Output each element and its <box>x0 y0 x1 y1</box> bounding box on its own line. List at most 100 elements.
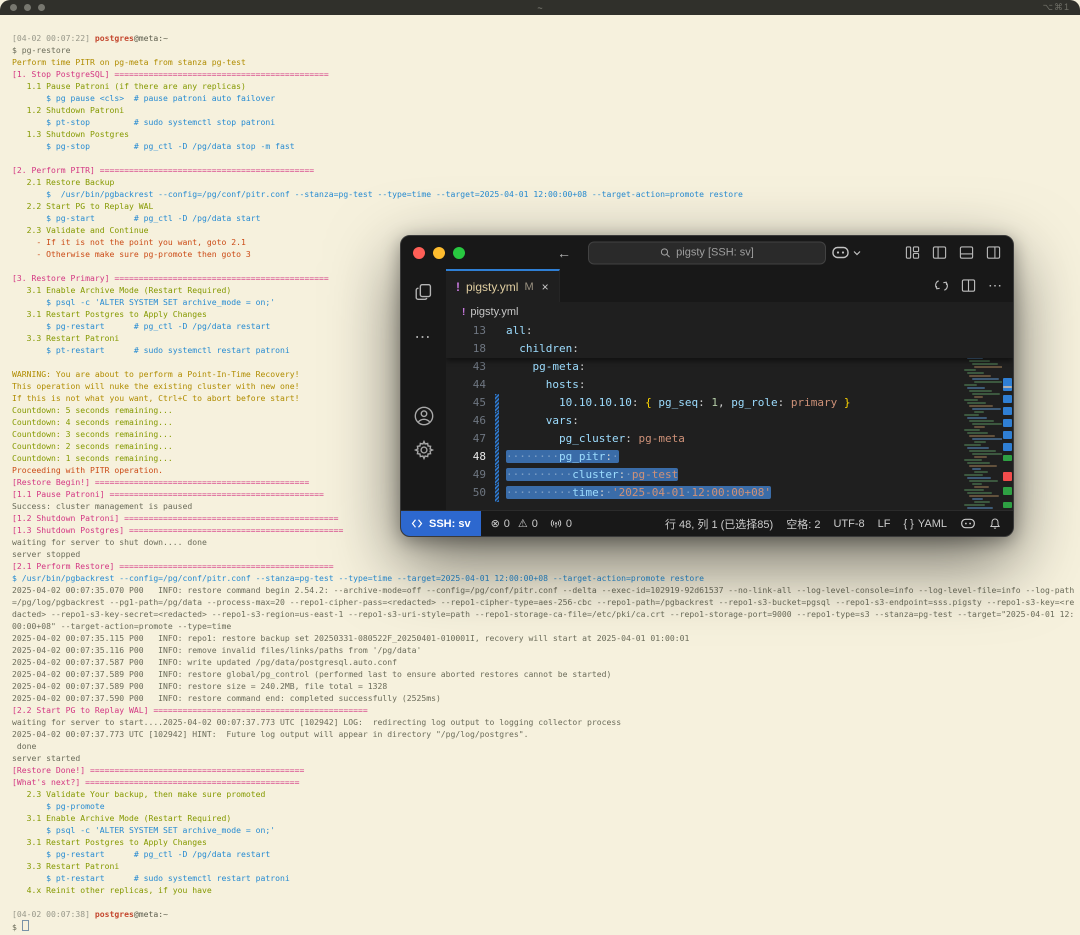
terminal-line: 2025-04-02 00:07:35.070 P00 INFO: restor… <box>12 585 1075 595</box>
remote-indicator[interactable]: SSH: sv <box>401 511 481 536</box>
terminal-line: waiting for server to start....2025-04-0… <box>12 717 622 727</box>
more-actions-icon[interactable]: ⋯ <box>988 277 1003 294</box>
eol-setting[interactable]: LF <box>878 518 891 530</box>
vscode-window: ← → pigsty [SSH: sv] <box>400 235 1014 537</box>
tab-pigsty-yml[interactable]: ! pigsty.yml M × <box>446 269 560 302</box>
terminal-line: [2. Perform PITR] ======================… <box>12 165 315 175</box>
terminal-line: 4.x Reinit other replicas, if you have <box>12 885 212 895</box>
nav-back-button[interactable]: ← <box>557 246 571 260</box>
error-icon: ⊗ <box>490 518 500 530</box>
terminal-line: 2.3 Validate Your backup, then make sure… <box>12 789 266 799</box>
toggle-secondary-sidebar-icon[interactable] <box>986 245 1001 260</box>
git-modified-gutter <box>495 394 499 412</box>
tab-label: pigsty.yml <box>466 279 519 294</box>
terminal-line: [04-02 00:07:38] postgres@meta:~ <box>12 909 168 919</box>
activity-bar: ⋯ <box>401 269 446 510</box>
terminal-line: 2.2 Start PG to Replay WAL <box>12 201 154 211</box>
terminal-line: [04-02 00:07:22] postgres@meta:~ <box>12 33 168 43</box>
terminal-line: 1.3 Shutdown Postgres <box>12 129 129 139</box>
code-line[interactable]: 45 10.10.10.10: { pg_seq: 1, pg_role: pr… <box>446 394 1013 412</box>
settings-gear-icon[interactable] <box>413 439 435 461</box>
copilot-icon <box>831 245 850 260</box>
command-center-search[interactable]: pigsty [SSH: sv] <box>588 241 826 264</box>
warning-icon: ⚠ <box>517 518 528 530</box>
terminal-line: $ /usr/bin/pgbackrest --config=/pg/conf/… <box>12 189 743 199</box>
terminal-line: server stopped <box>12 549 81 559</box>
code-line[interactable]: 50 ··········time:·'2025-04-01·12:00:00+0… <box>446 484 1013 502</box>
terminal-line: $ /usr/bin/pgbackrest --config=/pg/conf/… <box>12 573 704 583</box>
terminal-line: [1. Stop PostgreSQL] ===================… <box>12 69 329 79</box>
terminal-line: Perform time PITR on pg-meta from stanza… <box>12 57 246 67</box>
terminal-line: 2025-04-02 00:07:37.587 P00 INFO: write … <box>12 657 397 667</box>
code-lines: 43 pg-meta: 44 hosts: 45 10.10.10.10: { pg… <box>446 358 1013 502</box>
breadcrumb[interactable]: ! pigsty.yml <box>446 302 1013 322</box>
customize-layout-icon[interactable] <box>905 245 920 260</box>
terminal-line: [Restore Done!] ========================… <box>12 765 305 775</box>
overview-mark <box>1003 502 1012 508</box>
terminal-window-controls[interactable] <box>10 4 45 11</box>
code-line[interactable]: 49 ··········cluster:·pg-test <box>446 466 1013 484</box>
remote-label: SSH: sv <box>429 517 471 530</box>
terminal-line: done <box>12 741 37 751</box>
toggle-panel-icon[interactable] <box>959 245 974 260</box>
language-mode[interactable]: { } YAML <box>903 518 947 530</box>
git-modified-gutter <box>495 340 499 358</box>
terminal-line: $ psql -c 'ALTER SYSTEM SET archive_mode… <box>12 825 276 835</box>
overview-mark <box>1003 472 1012 481</box>
git-modified-gutter <box>495 448 499 466</box>
code-line[interactable]: 43 pg-meta: <box>446 358 1013 376</box>
split-editor-icon[interactable] <box>961 278 976 293</box>
minimize-window-button[interactable] <box>24 4 31 11</box>
line-number: 13 <box>472 324 486 337</box>
problems-indicator[interactable]: ⊗ 0 ⚠ 0 <box>490 517 538 531</box>
code-line[interactable]: 13 all: <box>446 322 1013 340</box>
close-window-button[interactable] <box>413 246 425 259</box>
code-line[interactable]: 47 pg_cluster: pg-meta <box>446 430 1013 448</box>
terminal-line: [2.2 Start PG to Replay WAL] ===========… <box>12 705 368 715</box>
line-number: 50 <box>472 486 486 499</box>
terminal-line: =/pg/log/pgbackrest --pg1-path=/pg/data … <box>12 597 1075 607</box>
close-window-button[interactable] <box>10 4 17 11</box>
encoding-setting[interactable]: UTF-8 <box>833 518 864 530</box>
terminal-line: 2025-04-02 00:07:35.116 P00 INFO: remove… <box>12 645 422 655</box>
braces-icon: { } <box>903 517 914 530</box>
zoom-window-button[interactable] <box>38 4 45 11</box>
code-line[interactable]: 18 children: <box>446 340 1013 358</box>
line-number: 47 <box>472 432 486 445</box>
terminal-line: $ pg-restart # pg_ctl -D /pg/data restar… <box>12 849 271 859</box>
close-tab-icon[interactable]: × <box>542 280 549 294</box>
code-editor[interactable]: 13 all: 18 children: 43 pg-meta: 44 hosts: 4… <box>446 322 1013 510</box>
explorer-icon[interactable] <box>413 281 435 303</box>
overview-mark <box>1003 407 1012 415</box>
terminal-line: 2025-04-02 00:07:37.590 P00 INFO: restor… <box>12 693 441 703</box>
minimize-window-button[interactable] <box>433 246 445 259</box>
indentation-setting[interactable]: 空格: 2 <box>786 516 820 532</box>
overview-mark <box>1003 378 1012 391</box>
toggle-sidebar-icon[interactable] <box>932 245 947 260</box>
notifications-bell-icon[interactable] <box>989 517 1001 530</box>
terminal-window-title: ~ <box>537 2 543 13</box>
git-modified-gutter <box>495 322 499 340</box>
copilot-status-icon[interactable] <box>960 517 976 530</box>
vscode-window-controls[interactable] <box>413 246 465 259</box>
more-views-icon[interactable]: ⋯ <box>415 327 433 347</box>
overview-mark <box>1003 487 1012 495</box>
git-modified-gutter <box>495 484 499 502</box>
code-line[interactable]: 44 hosts: <box>446 376 1013 394</box>
code-line[interactable]: 48 ········pg_pitr:· <box>446 448 1013 466</box>
copilot-menu[interactable] <box>831 245 861 260</box>
chevron-down-icon <box>853 250 861 256</box>
open-changes-icon[interactable] <box>934 278 949 293</box>
terminal-line: 3.3 Restart Patroni <box>12 861 120 871</box>
cursor-position[interactable]: 行 48, 列 1 (已选择85) <box>665 516 773 532</box>
terminal-line: $ pt-stop # sudo systemctl stop patroni <box>12 117 276 127</box>
zoom-window-button[interactable] <box>453 246 465 259</box>
ports-indicator[interactable]: 0 <box>550 518 572 530</box>
terminal-line: $ <box>12 920 1080 932</box>
account-icon[interactable] <box>413 405 435 427</box>
terminal-line: 2.1 Restore Backup <box>12 177 115 187</box>
git-modified-badge: M <box>524 280 534 293</box>
code-line[interactable]: 46 vars: <box>446 412 1013 430</box>
